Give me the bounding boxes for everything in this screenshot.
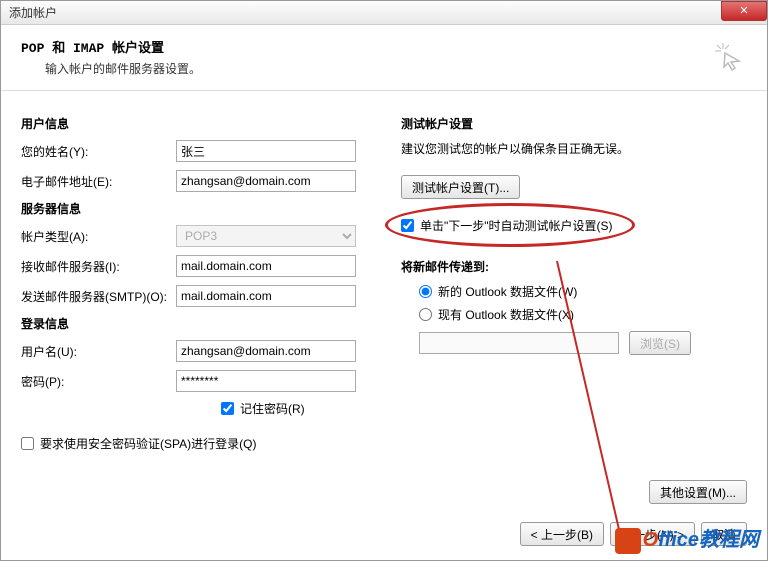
password-label: 密码(P):: [21, 373, 176, 390]
incoming-row: 接收邮件服务器(I):: [21, 255, 401, 277]
window-title: 添加帐户: [9, 4, 57, 21]
auto-test-row: 单击"下一步"时自动测试帐户设置(S): [401, 217, 747, 234]
exist-file-radio[interactable]: [419, 308, 432, 321]
remember-password-checkbox[interactable]: [221, 402, 234, 415]
outgoing-input[interactable]: [176, 285, 356, 307]
login-heading: 登录信息: [21, 315, 401, 332]
password-input[interactable]: [176, 370, 356, 392]
exist-path-input: [419, 332, 619, 354]
server-heading: 服务器信息: [21, 200, 401, 217]
deliver-radio-group: 新的 Outlook 数据文件(W) 现有 Outlook 数据文件(X): [419, 283, 747, 323]
deliver-heading: 将新邮件传递到:: [401, 258, 747, 275]
remember-password-label: 记住密码(R): [240, 400, 305, 417]
new-file-row: 新的 Outlook 数据文件(W): [419, 283, 747, 300]
close-button[interactable]: ✕: [721, 1, 767, 21]
dialog-window: 添加帐户 ✕ POP 和 IMAP 帐户设置 输入帐户的邮件服务器设置。 用户信…: [0, 0, 768, 561]
spa-label: 要求使用安全密码验证(SPA)进行登录(Q): [40, 435, 256, 452]
spa-checkbox[interactable]: [21, 437, 34, 450]
incoming-label: 接收邮件服务器(I):: [21, 258, 176, 275]
titlebar: 添加帐户 ✕: [1, 1, 767, 25]
name-input[interactable]: [176, 140, 356, 162]
browse-button: 浏览(S): [629, 331, 691, 355]
user-input[interactable]: [176, 340, 356, 362]
header-title: POP 和 IMAP 帐户设置: [21, 37, 747, 56]
cancel-button[interactable]: 取消: [701, 522, 747, 546]
email-label: 电子邮件地址(E):: [21, 173, 176, 190]
next-button[interactable]: 下一步(N) >: [610, 522, 695, 546]
exist-path-row: 浏览(S): [419, 331, 747, 355]
new-file-radio[interactable]: [419, 285, 432, 298]
new-file-label: 新的 Outlook 数据文件(W): [438, 283, 577, 300]
more-settings-button[interactable]: 其他设置(M)...: [649, 480, 747, 504]
remember-password-row: 记住密码(R): [221, 400, 401, 417]
user-label: 用户名(U):: [21, 343, 176, 360]
auto-test-label: 单击"下一步"时自动测试帐户设置(S): [420, 217, 613, 234]
back-button[interactable]: < 上一步(B): [520, 522, 604, 546]
test-heading: 测试帐户设置: [401, 115, 747, 132]
user-row: 用户名(U):: [21, 340, 401, 362]
account-type-select: POP3: [176, 225, 356, 247]
name-label: 您的姓名(Y):: [21, 143, 176, 160]
test-note: 建议您测试您的帐户以确保条目正确无误。: [401, 140, 747, 157]
outgoing-label: 发送邮件服务器(SMTP)(O):: [21, 288, 176, 305]
exist-file-label: 现有 Outlook 数据文件(X): [438, 306, 574, 323]
dialog-header: POP 和 IMAP 帐户设置 输入帐户的邮件服务器设置。: [1, 25, 767, 91]
userinfo-heading: 用户信息: [21, 115, 401, 132]
email-input[interactable]: [176, 170, 356, 192]
exist-file-row: 现有 Outlook 数据文件(X): [419, 306, 747, 323]
left-column: 用户信息 您的姓名(Y): 电子邮件地址(E): 服务器信息 帐户类型(A): …: [21, 107, 401, 458]
incoming-input[interactable]: [176, 255, 356, 277]
right-column: 测试帐户设置 建议您测试您的帐户以确保条目正确无误。 测试帐户设置(T)... …: [401, 107, 747, 458]
account-type-label: 帐户类型(A):: [21, 228, 176, 245]
footer-buttons: < 上一步(B) 下一步(N) > 取消: [520, 522, 747, 546]
cursor-icon: [713, 41, 743, 78]
dialog-body: 用户信息 您的姓名(Y): 电子邮件地址(E): 服务器信息 帐户类型(A): …: [1, 91, 767, 458]
account-type-row: 帐户类型(A): POP3: [21, 225, 401, 247]
password-row: 密码(P):: [21, 370, 401, 392]
name-row: 您的姓名(Y):: [21, 140, 401, 162]
test-settings-button[interactable]: 测试帐户设置(T)...: [401, 175, 520, 199]
header-subtitle: 输入帐户的邮件服务器设置。: [45, 60, 747, 77]
auto-test-checkbox[interactable]: [401, 219, 414, 232]
email-row: 电子邮件地址(E):: [21, 170, 401, 192]
outgoing-row: 发送邮件服务器(SMTP)(O):: [21, 285, 401, 307]
spa-row: 要求使用安全密码验证(SPA)进行登录(Q): [21, 435, 401, 452]
